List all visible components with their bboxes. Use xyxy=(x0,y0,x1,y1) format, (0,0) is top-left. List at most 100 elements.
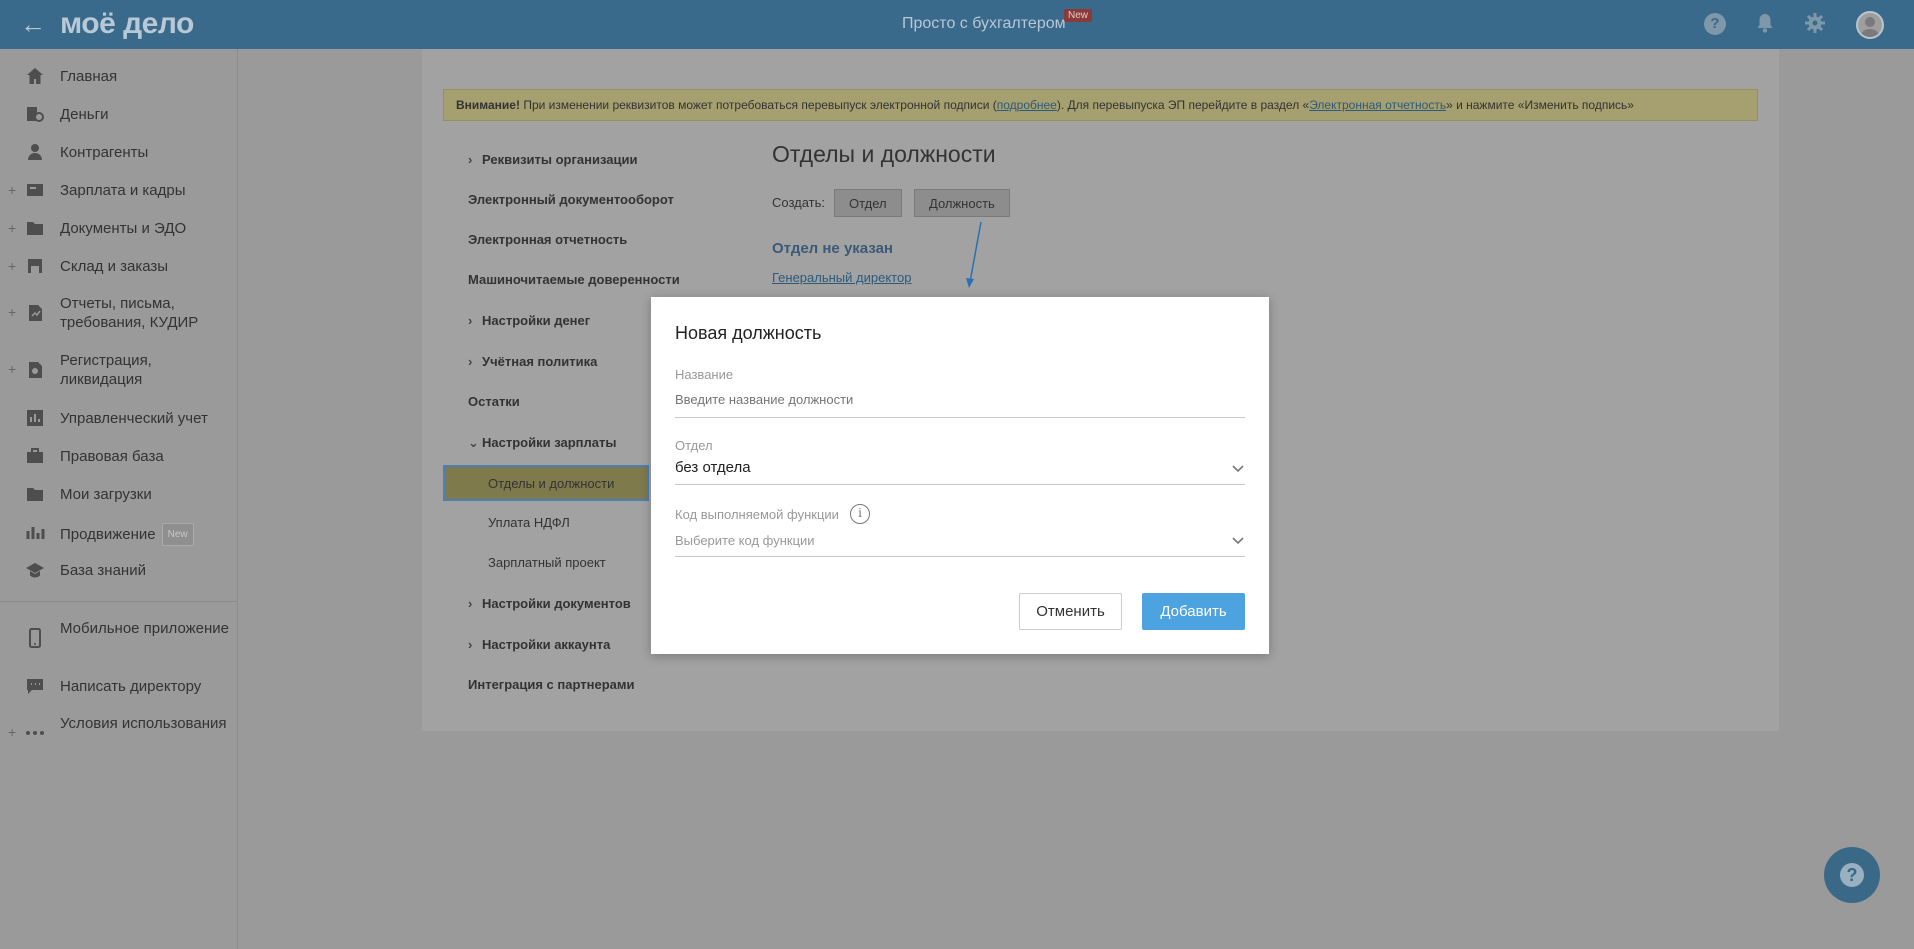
sidebar-item-mobile-app[interactable]: Мобильное приложение xyxy=(0,619,238,659)
sidebar-item-write-director[interactable]: Написать директору xyxy=(0,676,238,698)
chevron-right-icon: › xyxy=(468,313,473,328)
info-icon[interactable]: i xyxy=(850,504,870,524)
position-link[interactable]: Генеральный директор xyxy=(772,270,911,285)
warning-text: » и нажмите «Изменить подпись» xyxy=(1446,98,1634,112)
chevron-down-icon: ⌄ xyxy=(468,435,479,450)
gear-icon[interactable] xyxy=(1804,12,1826,34)
function-code-underline xyxy=(675,556,1245,557)
message-icon xyxy=(25,676,45,696)
salary-icon xyxy=(25,180,45,200)
more-icon xyxy=(25,723,45,743)
avatar[interactable] xyxy=(1856,11,1884,39)
sidebar: Главная Деньги Контрагенты + Зарплата и … xyxy=(0,49,238,949)
warning-text: При изменении реквизитов может потребова… xyxy=(519,98,997,112)
warning-bold: Внимание! xyxy=(456,98,520,112)
function-code-select[interactable]: Выберите код функции xyxy=(675,533,815,548)
header-title[interactable]: Просто с бухгалтером xyxy=(902,15,1066,33)
folder-icon xyxy=(25,218,45,238)
expand-plus-icon: + xyxy=(8,258,17,274)
sidebar-item-money[interactable]: Деньги xyxy=(0,104,238,126)
graduation-cap-icon xyxy=(25,560,45,580)
pointer-arrow-icon xyxy=(966,221,982,288)
back-arrow-icon[interactable]: ← xyxy=(20,11,46,38)
name-underline xyxy=(675,417,1245,418)
sidebar-item-label: Продвижение xyxy=(60,526,156,543)
sidebar-item-reports[interactable]: + Отчеты, письма, требования, КУДИР xyxy=(0,294,238,334)
modal-title: Новая должность xyxy=(675,323,822,343)
settings-requisites[interactable]: › Реквизиты организации xyxy=(468,152,637,167)
page-title: Отделы и должности xyxy=(772,141,996,167)
top-header: ← моё дело Просто с бухгалтером New ? xyxy=(0,0,1914,49)
expand-plus-icon: + xyxy=(8,304,17,320)
registration-icon xyxy=(25,360,45,380)
settings-documents[interactable]: › Настройки документов xyxy=(468,596,631,611)
chevron-right-icon: › xyxy=(468,354,473,369)
settings-sub-salary-project[interactable]: Зарплатный проект xyxy=(488,555,606,570)
settings-account[interactable]: › Настройки аккаунта xyxy=(468,637,610,652)
warning-banner: Внимание! При изменении реквизитов может… xyxy=(443,89,1758,121)
new-position-modal: Новая должность Название Отдел без отдел… xyxy=(651,297,1269,654)
home-icon xyxy=(25,66,45,86)
sidebar-item-terms[interactable]: + Условия использования xyxy=(0,714,238,754)
sidebar-item-management[interactable]: Управленческий учет xyxy=(0,408,238,430)
cancel-button[interactable]: Отменить xyxy=(1019,593,1122,630)
create-label: Создать: xyxy=(772,195,826,210)
settings-e-reporting[interactable]: Электронная отчетность xyxy=(468,232,627,247)
department-label: Отдел xyxy=(675,438,713,453)
settings-salary[interactable]: ⌄ Настройки зарплаты xyxy=(468,435,616,451)
contractors-icon xyxy=(25,142,45,162)
phone-icon xyxy=(25,628,45,648)
logo[interactable]: моё дело xyxy=(60,7,194,41)
bell-icon[interactable] xyxy=(1754,12,1776,34)
settings-balances[interactable]: Остатки xyxy=(468,394,520,409)
settings-partners[interactable]: Интеграция с партнерами xyxy=(468,677,634,692)
chart-icon xyxy=(25,522,45,542)
settings-powers-of-attorney[interactable]: Машиночитаемые доверенности xyxy=(468,272,680,287)
sidebar-item-promotion[interactable]: Продвижение New xyxy=(0,522,238,546)
add-button[interactable]: Добавить xyxy=(1142,593,1245,630)
sidebar-item-registration[interactable]: + Регистрация, ликвидация xyxy=(0,351,238,391)
new-badge: New xyxy=(161,523,194,546)
chevron-right-icon: › xyxy=(468,152,473,167)
settings-edo[interactable]: Электронный документооборот xyxy=(468,192,674,207)
create-department-button[interactable]: Отдел xyxy=(834,189,902,217)
chevron-down-icon[interactable] xyxy=(1231,534,1245,548)
more-info-link[interactable]: подробнее xyxy=(997,98,1057,112)
help-icon[interactable]: ? xyxy=(1704,13,1726,35)
new-badge: New xyxy=(1064,9,1093,22)
settings-money[interactable]: › Настройки денег xyxy=(468,313,590,328)
function-code-label: Код выполняемой функции xyxy=(675,507,839,522)
department-title: Отдел не указан xyxy=(772,240,893,257)
settings-sub-departments[interactable]: Отделы и должности xyxy=(443,465,649,501)
sidebar-item-knowledge[interactable]: База знаний xyxy=(0,560,238,582)
sidebar-item-contractors[interactable]: Контрагенты xyxy=(0,142,238,164)
create-position-button[interactable]: Должность xyxy=(914,189,1010,217)
warning-text: ). Для перевыпуска ЭП перейдите в раздел… xyxy=(1056,98,1310,112)
expand-plus-icon: + xyxy=(8,361,17,377)
management-icon xyxy=(25,408,45,428)
settings-sub-ndfl[interactable]: Уплата НДФЛ xyxy=(488,515,570,530)
chevron-right-icon: › xyxy=(468,596,473,611)
question-icon: ? xyxy=(1840,863,1864,887)
folder-icon xyxy=(25,484,45,504)
briefcase-icon xyxy=(25,446,45,466)
reports-icon xyxy=(25,303,45,323)
position-name-input[interactable] xyxy=(675,390,1245,408)
department-underline xyxy=(675,484,1245,485)
sidebar-item-documents[interactable]: + Документы и ЭДО xyxy=(0,218,238,240)
warehouse-icon xyxy=(25,256,45,276)
e-reporting-link[interactable]: Электронная отчетность xyxy=(1309,98,1446,112)
name-label: Название xyxy=(675,367,734,382)
sidebar-item-downloads[interactable]: Мои загрузки xyxy=(0,484,238,506)
sidebar-item-warehouse[interactable]: + Склад и заказы xyxy=(0,256,238,278)
sidebar-item-legal[interactable]: Правовая база xyxy=(0,446,238,468)
expand-plus-icon: + xyxy=(8,182,17,198)
chevron-down-icon[interactable] xyxy=(1231,462,1245,476)
department-select[interactable]: без отдела xyxy=(675,459,751,476)
sidebar-divider xyxy=(0,601,238,602)
help-chat-button[interactable]: ? xyxy=(1824,847,1880,903)
settings-accounting-policy[interactable]: › Учётная политика xyxy=(468,354,597,369)
sidebar-item-home[interactable]: Главная xyxy=(0,66,238,88)
sidebar-item-salary[interactable]: + Зарплата и кадры xyxy=(0,180,238,202)
expand-plus-icon: + xyxy=(8,220,17,236)
